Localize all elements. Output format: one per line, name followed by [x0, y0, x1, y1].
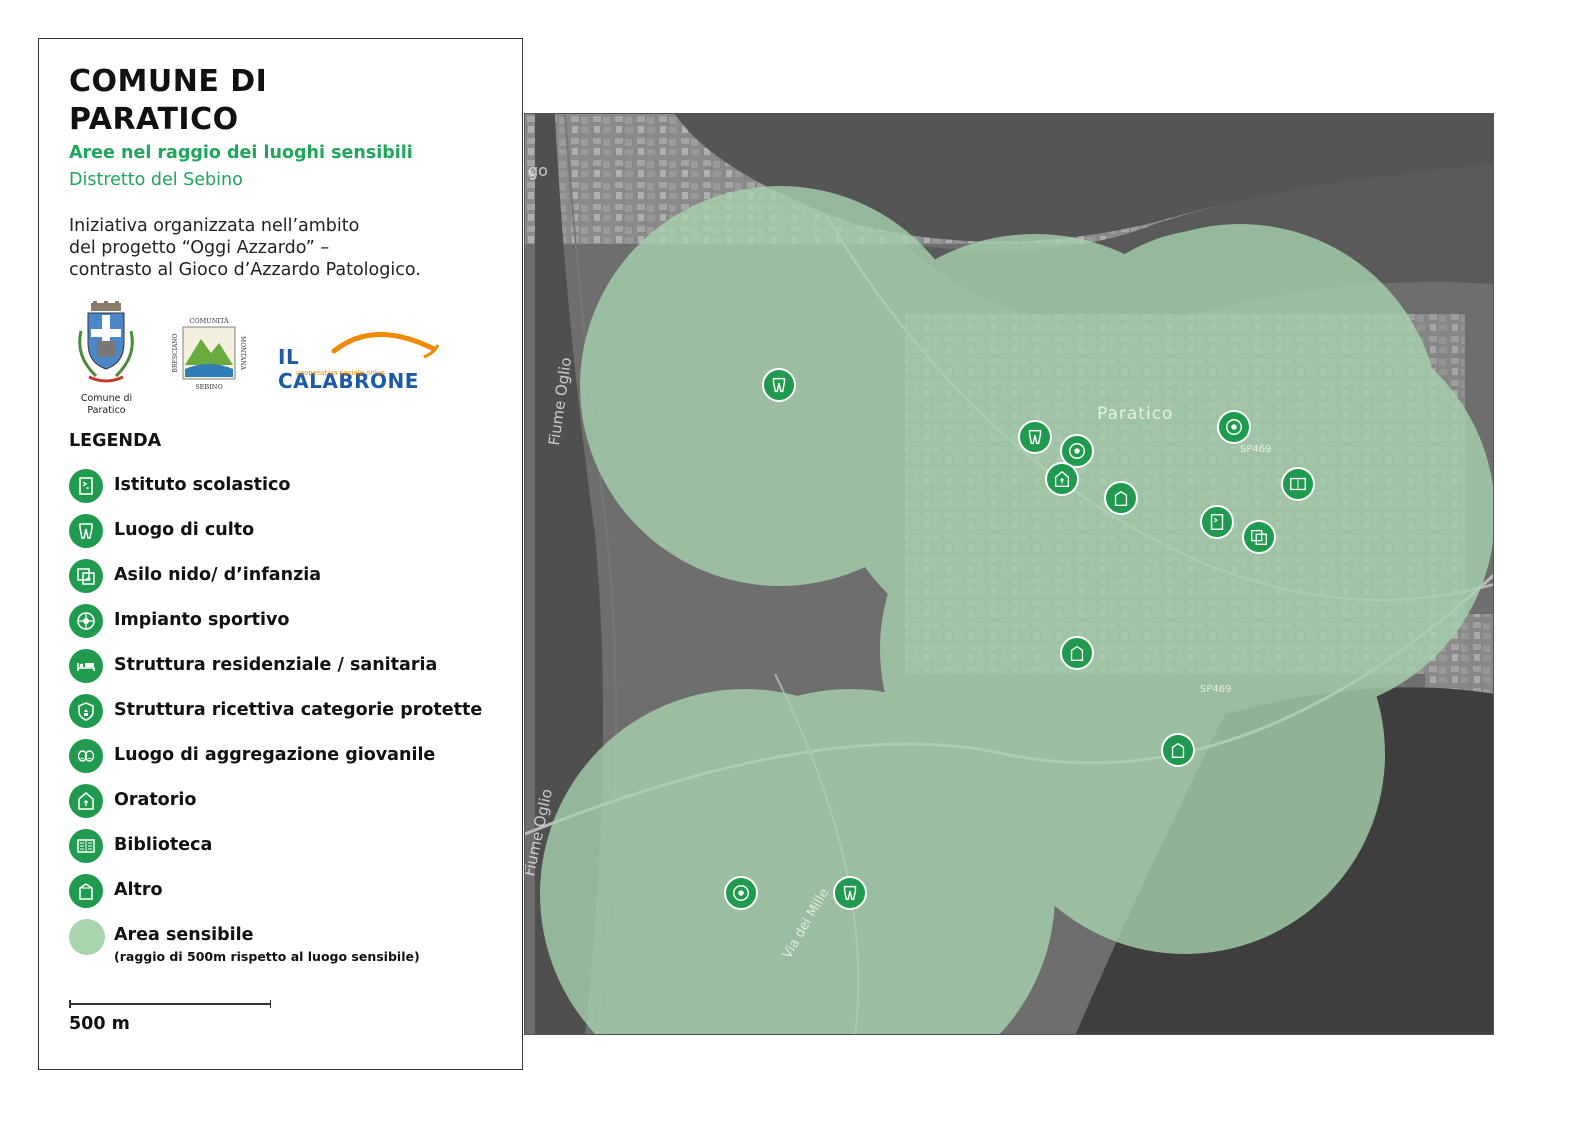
title-line-1: COMUNE DI — [69, 64, 268, 99]
comunita-montana-logo: COMUNITÀ SEBINO BRESCIANO MONTANA — [169, 313, 249, 393]
map-label-edge: go — [528, 161, 548, 180]
mountain-lake-icon: COMUNITÀ SEBINO BRESCIANO MONTANA — [172, 316, 246, 391]
comunita-right-text: MONTANA — [239, 336, 246, 371]
map-marker-worship[interactable] — [762, 368, 796, 402]
legend-title: LEGENDA — [69, 431, 162, 451]
comune-paratico-logo: Comune di Paratico — [69, 301, 144, 419]
map-marker-worship[interactable] — [1018, 420, 1052, 454]
il-calabrone-logo: IL CALABRONE cooperativa sociale onlus — [274, 329, 444, 393]
other-icon — [69, 874, 103, 908]
sports-icon — [1226, 419, 1242, 435]
legend-item-worship: Luogo di culto — [69, 514, 489, 550]
comunita-bottom-text: SEBINO — [195, 383, 223, 391]
legend-area-label: Area sensibile — [114, 925, 254, 945]
youth-masks-icon — [69, 739, 103, 773]
legend-item-school: Istituto scolastico — [69, 469, 489, 505]
legend-label: Struttura residenziale / sanitaria — [114, 655, 438, 675]
other-icon — [1114, 490, 1128, 506]
map-view[interactable]: Paratico Fiume Oglio Fiume Oglio SP469 S… — [524, 113, 1494, 1035]
legend-label: Luogo di culto — [114, 520, 255, 540]
sports-icon — [1069, 443, 1085, 459]
map-marker-school[interactable] — [1200, 505, 1234, 539]
legend-panel: COMUNE DI PARATICO Aree nel raggio dei l… — [38, 38, 523, 1070]
library-icon — [69, 829, 103, 863]
oratory-icon — [69, 784, 103, 818]
comune-logo-label: Comune di Paratico — [74, 393, 139, 417]
satellite-basemap — [525, 114, 1493, 1034]
protected-shelter-icon — [69, 694, 103, 728]
map-marker-sports[interactable] — [724, 876, 758, 910]
coat-of-arms-icon — [78, 301, 134, 383]
map-marker-nursery[interactable] — [1242, 520, 1276, 554]
subtitle: Aree nel raggio dei luoghi sensibili — [69, 143, 413, 163]
legend-item-other: Altro — [69, 874, 489, 910]
page-title: COMUNE DI PARATICO — [69, 63, 267, 139]
nursery-icon — [1251, 529, 1267, 545]
legend-label: Istituto scolastico — [114, 475, 291, 495]
comunita-top-text: COMUNITÀ — [189, 316, 229, 325]
legend-item-nursery: Asilo nido/ d’infanzia — [69, 559, 489, 595]
school-icon — [1210, 514, 1224, 530]
title-line-2: PARATICO — [69, 102, 239, 137]
map-label-road-2: SP469 — [1200, 684, 1232, 695]
logo-row: Comune di Paratico COMUNITÀ SEBINO BRESC… — [69, 301, 489, 421]
map-marker-sports[interactable] — [1217, 410, 1251, 444]
health-bed-icon — [69, 649, 103, 683]
calabrone-subtitle: cooperativa sociale onlus — [296, 369, 385, 377]
legend-item-area: Area sensibile (raggio di 500m rispetto … — [69, 919, 489, 969]
oratory-icon — [1054, 470, 1070, 487]
legend-label: Altro — [114, 880, 163, 900]
other-icon — [1171, 742, 1185, 758]
map-marker-other[interactable] — [1104, 481, 1138, 515]
intro-text: Iniziativa organizzata nell’ambito del p… — [69, 215, 509, 281]
legend-item-library: Biblioteca — [69, 829, 489, 865]
legend-item-health: Struttura residenziale / sanitaria — [69, 649, 489, 685]
legend-label: Oratorio — [114, 790, 197, 810]
intro-line-2: del progetto “Oggi Azzardo” – — [69, 238, 330, 258]
map-marker-library[interactable] — [1281, 467, 1315, 501]
map-marker-oratory[interactable] — [1045, 462, 1079, 496]
legend-label: Struttura ricettiva categorie protette — [114, 700, 483, 720]
worship-icon — [69, 514, 103, 548]
scale-label: 500 m — [69, 1014, 130, 1034]
comunita-left-text: BRESCIANO — [172, 333, 179, 372]
legend-area-note: (raggio di 500m rispetto al luogo sensib… — [114, 949, 420, 964]
legend-item-youth: Luogo di aggregazione giovanile — [69, 739, 489, 775]
map-label-town: Paratico — [1097, 404, 1174, 424]
library-icon — [1290, 477, 1306, 491]
legend-item-oratory: Oratorio — [69, 784, 489, 820]
map-marker-other[interactable] — [1161, 733, 1195, 767]
sports-icon — [733, 885, 749, 901]
worship-icon — [1028, 429, 1042, 445]
legend-label: Impianto sportivo — [114, 610, 290, 630]
sensitive-area-swatch — [69, 919, 105, 955]
intro-line-1: Iniziativa organizzata nell’ambito — [69, 216, 360, 236]
legend-label: Biblioteca — [114, 835, 213, 855]
other-icon — [1070, 645, 1084, 661]
map-marker-other[interactable] — [1060, 636, 1094, 670]
map-label-road-1: SP469 — [1240, 444, 1272, 455]
legend-item-sports: Impianto sportivo — [69, 604, 489, 640]
intro-line-3: contrasto al Gioco d’Azzardo Patologico. — [69, 260, 421, 280]
legend-item-protected: Struttura ricettiva categorie protette — [69, 694, 489, 730]
comune-logo-line-1: Comune di — [80, 393, 133, 404]
map-marker-worship[interactable] — [833, 876, 867, 910]
legend-label: Asilo nido/ d’infanzia — [114, 565, 322, 585]
legend-label: Luogo di aggregazione giovanile — [114, 745, 436, 765]
school-icon — [69, 469, 103, 503]
scale-bar — [69, 1000, 271, 1008]
worship-icon — [843, 885, 857, 901]
nursery-icon — [69, 559, 103, 593]
comune-logo-line-2: Paratico — [87, 405, 126, 416]
district-name: Distretto del Sebino — [69, 170, 243, 190]
sports-icon — [69, 604, 103, 638]
worship-icon — [772, 377, 786, 393]
